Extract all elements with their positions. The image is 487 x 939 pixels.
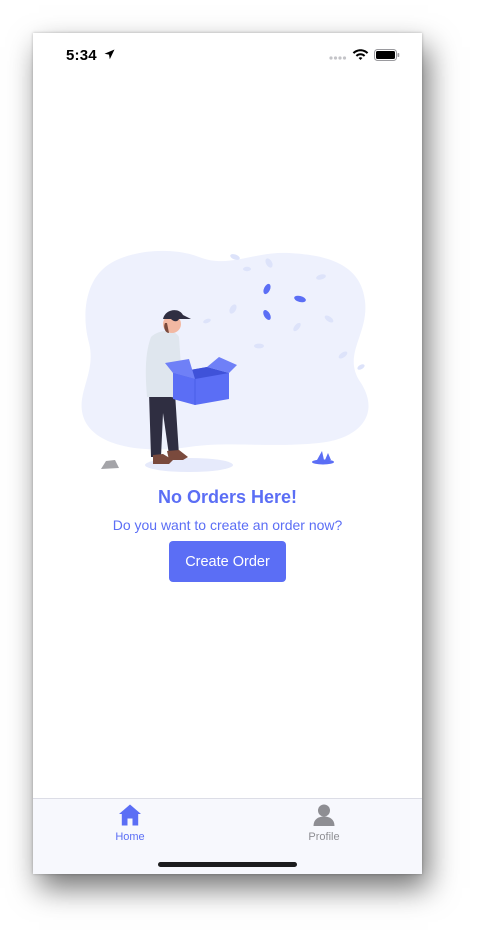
tab-profile-label: Profile [308,831,340,843]
battery-icon [374,49,400,61]
tab-home[interactable]: Home [70,799,190,849]
tab-home-label: Home [115,831,145,843]
phone-screen: 5:34 No Orders Here! Do you want to crea… [33,33,422,874]
home-indicator [158,862,297,867]
status-bar: 5:34 [33,33,422,77]
status-time: 5:34 [66,47,97,64]
person-icon [313,804,335,826]
empty-state-subtitle: Do you want to create an order now? [112,517,343,533]
home-icon [119,804,141,826]
tab-bar: Home Profile [33,798,422,874]
screenshot-stage: 5:34 No Orders Here! Do you want to crea… [0,0,487,939]
location-arrow-icon [104,49,115,60]
wifi-icon [352,49,369,60]
tab-profile[interactable]: Profile [264,799,384,849]
create-order-button[interactable]: Create Order [169,541,286,582]
cellular-signal-icon [329,56,347,60]
empty-state-title: No Orders Here! [157,487,298,507]
empty-box-illustration [81,250,369,472]
